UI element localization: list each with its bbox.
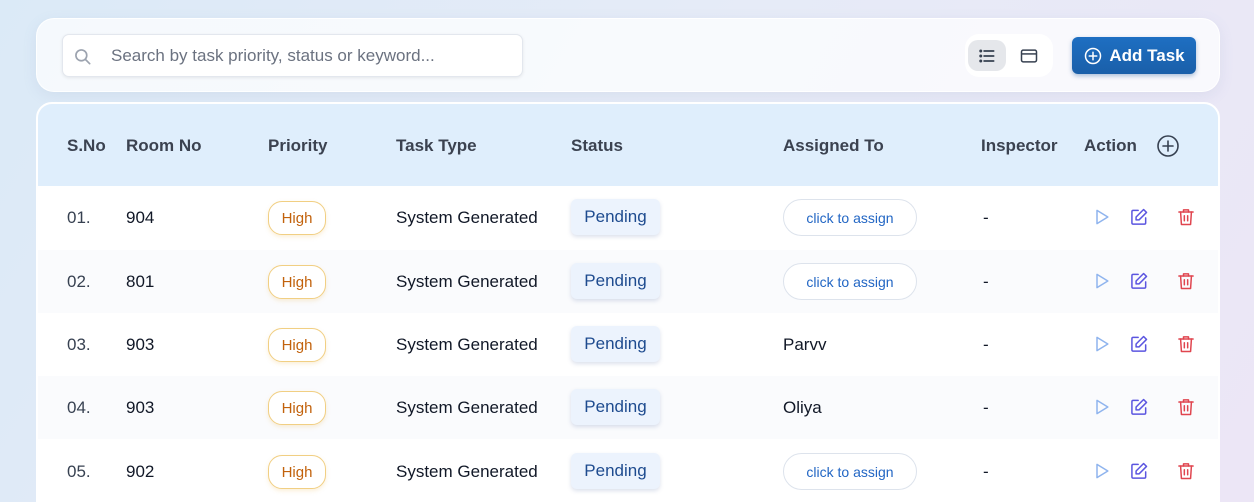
play-icon[interactable] bbox=[1092, 461, 1112, 481]
edit-icon[interactable] bbox=[1129, 271, 1149, 291]
list-view-button[interactable] bbox=[968, 40, 1006, 71]
toolbar: Add Task bbox=[36, 18, 1220, 92]
table-row: 04. 903 High System Generated Pending Ol… bbox=[38, 376, 1218, 439]
add-task-button[interactable]: Add Task bbox=[1072, 37, 1196, 74]
priority-badge: High bbox=[268, 201, 326, 235]
trash-icon[interactable] bbox=[1176, 207, 1196, 227]
priority-badge: High bbox=[268, 391, 326, 425]
status-badge: Pending bbox=[571, 389, 660, 425]
task-table: S.No Room No Priority Task Type Status A… bbox=[36, 102, 1220, 502]
trash-icon[interactable] bbox=[1176, 397, 1196, 417]
assign-button[interactable]: click to assign bbox=[783, 263, 917, 300]
play-icon[interactable] bbox=[1092, 207, 1112, 227]
status-badge: Pending bbox=[571, 326, 660, 362]
header-priority: Priority bbox=[268, 136, 328, 155]
row-room-no: 904 bbox=[126, 208, 155, 227]
add-task-label: Add Task bbox=[1109, 45, 1185, 65]
header-assigned-to: Assigned To bbox=[783, 136, 884, 155]
row-inspector: - bbox=[983, 272, 989, 291]
row-sno: 02. bbox=[67, 272, 91, 291]
edit-icon[interactable] bbox=[1129, 207, 1149, 227]
table-row: 05. 902 High System Generated Pending cl… bbox=[38, 440, 1218, 502]
header-room-no: Room No bbox=[126, 136, 202, 155]
trash-icon[interactable] bbox=[1176, 461, 1196, 481]
row-sno: 05. bbox=[67, 462, 91, 481]
row-room-no: 801 bbox=[126, 272, 155, 291]
play-icon[interactable] bbox=[1092, 271, 1112, 291]
row-inspector: - bbox=[983, 335, 989, 354]
edit-icon[interactable] bbox=[1129, 461, 1149, 481]
priority-badge: High bbox=[268, 455, 326, 489]
assigned-to: Parvv bbox=[783, 335, 827, 354]
header-action: Action bbox=[1084, 136, 1137, 155]
status-badge: Pending bbox=[571, 199, 660, 235]
row-task-type: System Generated bbox=[396, 398, 538, 417]
row-task-type: System Generated bbox=[396, 272, 538, 291]
row-room-no: 903 bbox=[126, 335, 155, 354]
row-inspector: - bbox=[983, 398, 989, 417]
search-icon bbox=[75, 49, 91, 65]
assign-button[interactable]: click to assign bbox=[783, 453, 917, 490]
trash-icon[interactable] bbox=[1176, 334, 1196, 354]
trash-icon[interactable] bbox=[1176, 271, 1196, 291]
table-row: 01. 904 High System Generated Pending cl… bbox=[38, 186, 1218, 249]
view-toggle bbox=[965, 34, 1053, 77]
play-icon[interactable] bbox=[1092, 334, 1112, 354]
header-task-type: Task Type bbox=[396, 136, 477, 155]
add-column-icon[interactable] bbox=[1156, 134, 1180, 158]
header-status: Status bbox=[571, 136, 623, 155]
row-sno: 01. bbox=[67, 208, 91, 227]
table-row: 03. 903 High System Generated Pending Pa… bbox=[38, 313, 1218, 376]
list-view-icon bbox=[979, 48, 995, 63]
row-room-no: 902 bbox=[126, 462, 155, 481]
edit-icon[interactable] bbox=[1129, 334, 1149, 354]
assigned-to: Oliya bbox=[783, 398, 822, 417]
play-icon[interactable] bbox=[1092, 397, 1112, 417]
card-view-icon bbox=[1020, 48, 1038, 63]
row-inspector: - bbox=[983, 462, 989, 481]
row-inspector: - bbox=[983, 208, 989, 227]
assign-button[interactable]: click to assign bbox=[783, 199, 917, 236]
row-task-type: System Generated bbox=[396, 335, 538, 354]
header-sno: S.No bbox=[67, 136, 106, 155]
priority-badge: High bbox=[268, 265, 326, 299]
plus-circle-icon bbox=[1085, 47, 1102, 64]
table-row: 02. 801 High System Generated Pending cl… bbox=[38, 250, 1218, 313]
card-view-button[interactable] bbox=[1010, 40, 1048, 71]
header-inspector: Inspector bbox=[981, 136, 1058, 155]
row-task-type: System Generated bbox=[396, 462, 538, 481]
edit-icon[interactable] bbox=[1129, 397, 1149, 417]
priority-badge: High bbox=[268, 328, 326, 362]
row-task-type: System Generated bbox=[396, 208, 538, 227]
table-header: S.No Room No Priority Task Type Status A… bbox=[38, 104, 1218, 186]
row-sno: 03. bbox=[67, 335, 91, 354]
row-room-no: 903 bbox=[126, 398, 155, 417]
status-badge: Pending bbox=[571, 263, 660, 299]
status-badge: Pending bbox=[571, 453, 660, 489]
row-sno: 04. bbox=[67, 398, 91, 417]
search-box[interactable] bbox=[62, 34, 523, 77]
search-input[interactable] bbox=[111, 35, 511, 76]
